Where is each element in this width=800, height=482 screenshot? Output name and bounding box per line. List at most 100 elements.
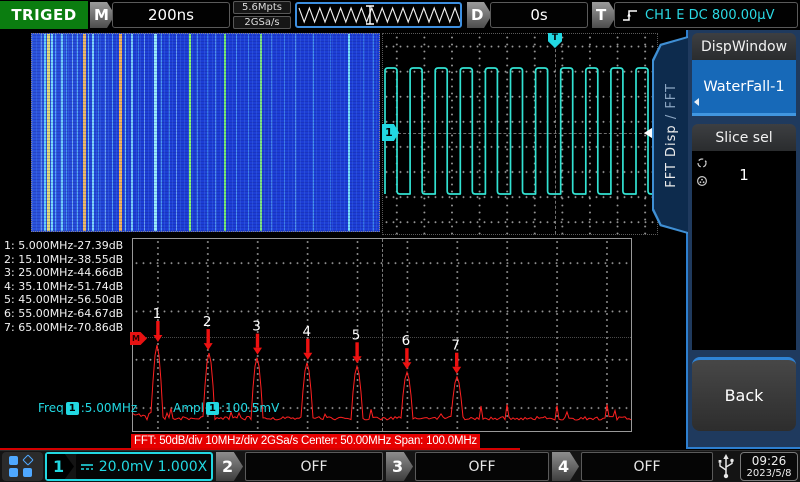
fft-settings-bar: FFT: 50dB/div 10MHz/div 2GSa/s Center: 5… (131, 434, 480, 448)
clock[interactable]: 09:26 2023/5/8 (740, 452, 798, 481)
waterfall-harmonic-stripe (215, 34, 216, 231)
tab-fft-disp-body: FFT Disp / FFT (654, 38, 688, 232)
waterfall-harmonic-stripe (125, 34, 126, 231)
apps-icon[interactable] (2, 452, 43, 481)
disp-window-value[interactable]: WaterFall-1 (692, 60, 796, 116)
waterfall-harmonic-stripe (112, 34, 113, 231)
channel-4-badge: 4 (552, 452, 579, 481)
ampl-readout: Ampl 1 :100.5mV (173, 401, 279, 415)
waveform-trace-svg (383, 34, 657, 234)
peak-list-item: 7: 65.00MHz-70.86dB (4, 321, 132, 335)
waterfall-harmonic-stripe (169, 34, 170, 231)
waterfall-harmonic-stripe (176, 34, 177, 231)
waterfall-harmonic-stripe (131, 34, 133, 231)
acquisition-info: 5.6Mpts 2GSa/s (233, 1, 291, 31)
svg-text:3: 3 (252, 319, 261, 335)
waterfall-harmonic-stripe (189, 34, 191, 231)
freq-readout: Freq 1 :5.00MHz (38, 401, 137, 415)
memory-depth: 5.6Mpts (233, 1, 291, 14)
waterfall-harmonic-stripe (55, 34, 56, 231)
waterfall-harmonic-stripe (295, 34, 296, 231)
channel1-badge: 1 (66, 402, 79, 415)
peak-list-item: 2: 15.10MHz-38.55dB (4, 253, 132, 267)
channel-1-group[interactable]: 1 20.0mV 1.000X (45, 452, 213, 481)
record-preview-strip[interactable] (295, 2, 462, 28)
svg-text:6: 6 (402, 333, 411, 349)
delay-badge: D (467, 2, 492, 28)
waterfall-harmonic-stripe (330, 34, 331, 231)
top-status-bar: TRIGED M 200ns 5.6Mpts 2GSa/s D 0s T CH1… (0, 0, 800, 30)
waterfall-harmonic-stripe (119, 34, 122, 231)
sample-rate: 2GSa/s (233, 16, 291, 29)
waterfall-harmonic-stripe (66, 34, 67, 231)
clock-time: 09:26 (741, 454, 797, 468)
slice-sel-header: Slice sel (692, 124, 796, 151)
measurement-readout: Freq 1 :5.00MHz Ampl 1 :100.5mV (38, 401, 279, 415)
channel-2-value: OFF (245, 452, 383, 481)
channel-3-badge: 3 (386, 452, 413, 481)
freq-label: Freq (38, 401, 64, 415)
svg-text:2: 2 (203, 314, 212, 330)
waterfall-harmonic-stripe (44, 34, 46, 231)
freq-value: :5.00MHz (81, 401, 137, 415)
svg-text:1: 1 (153, 306, 162, 322)
timebase-value[interactable]: 200ns (112, 2, 230, 28)
channel-4-group[interactable]: 4 OFF (552, 452, 713, 481)
waterfall-harmonic-stripe (197, 34, 198, 231)
slice-sel-value[interactable]: 1 (692, 151, 796, 199)
tab-fft-disp-label: FFT Disp / FFT (664, 83, 679, 188)
channel-2-badge: 2 (216, 452, 243, 481)
waterfall-harmonic-stripe (105, 34, 106, 231)
channel-3-value: OFF (415, 452, 549, 481)
waterfall-harmonic-stripe (271, 34, 272, 231)
waterfall-harmonic-stripe (284, 34, 285, 231)
channel-3-group[interactable]: 3 OFF (386, 452, 549, 481)
channel-4-value: OFF (581, 452, 713, 481)
preview-waveform-icon (297, 4, 460, 26)
trigger-info-text: CH1 E DC 800.00μV (645, 8, 774, 23)
waterfall-harmonic-stripe (313, 34, 314, 231)
channel-1-value: 20.0mV 1.000X (99, 459, 208, 475)
waterfall-harmonic-stripe (83, 34, 86, 231)
ampl-value: :100.5mV (221, 401, 279, 415)
channel-1-settings: 20.0mV 1.000X (76, 454, 211, 479)
fft-window-divider (0, 448, 520, 450)
waterfall-harmonic-stripe (88, 34, 89, 231)
channel1-badge: 1 (206, 402, 219, 415)
waterfall-harmonic-stripe (260, 34, 262, 231)
waterfall-harmonic-stripe (61, 34, 63, 231)
disp-window-header: DispWindow (692, 33, 796, 60)
dc-coupling-icon (80, 462, 94, 472)
waterfall-harmonic-stripe (51, 34, 53, 231)
svg-text:5: 5 (352, 327, 361, 343)
channel-2-group[interactable]: 2 OFF (216, 452, 383, 481)
waterfall-harmonic-stripe (92, 34, 94, 231)
slice-sel-box[interactable]: 1 (692, 151, 796, 350)
svg-text:7: 7 (451, 338, 460, 354)
trigger-info[interactable]: CH1 E DC 800.00μV (614, 2, 798, 28)
peak-list-item: 3: 25.00MHz-44.66dB (4, 266, 132, 280)
trigger-status-badge: TRIGED (0, 1, 88, 29)
tab-label-sub: / FFT (664, 83, 679, 124)
oscilloscope-screen: TRIGED M 200ns 5.6Mpts 2GSa/s D 0s T CH1… (0, 0, 800, 482)
waterfall-harmonic-stripe (41, 34, 42, 231)
peak-list-item: 5: 45.00MHz-56.50dB (4, 293, 132, 307)
tab-fft-disp[interactable]: FFT Disp / FFT (652, 36, 688, 234)
channel-1-badge: 1 (47, 454, 74, 479)
peak-list-item: 6: 55.00MHz-64.67dB (4, 307, 132, 321)
waveform-display[interactable] (382, 33, 658, 235)
menu-panel: DispWindow WaterFall-1 Slice sel 1 Back (686, 30, 800, 449)
waterfall-harmonic-stripe (144, 34, 145, 231)
back-button[interactable]: Back (692, 357, 796, 431)
waterfall-harmonic-stripe (348, 34, 350, 231)
peak-list-item: 1: 5.000MHz-27.39dB (4, 239, 132, 253)
waterfall-harmonic-stripe (47, 34, 50, 231)
tab-label-main: FFT Disp (664, 124, 679, 187)
waterfall-display[interactable] (31, 33, 380, 232)
waterfall-harmonic-stripe (77, 34, 78, 231)
delay-value[interactable]: 0s (490, 2, 588, 28)
ampl-label: Ampl (173, 401, 204, 415)
waterfall-harmonic-stripe (248, 34, 249, 231)
clock-date: 2023/5/8 (741, 468, 797, 480)
waterfall-harmonic-stripe (154, 34, 157, 231)
